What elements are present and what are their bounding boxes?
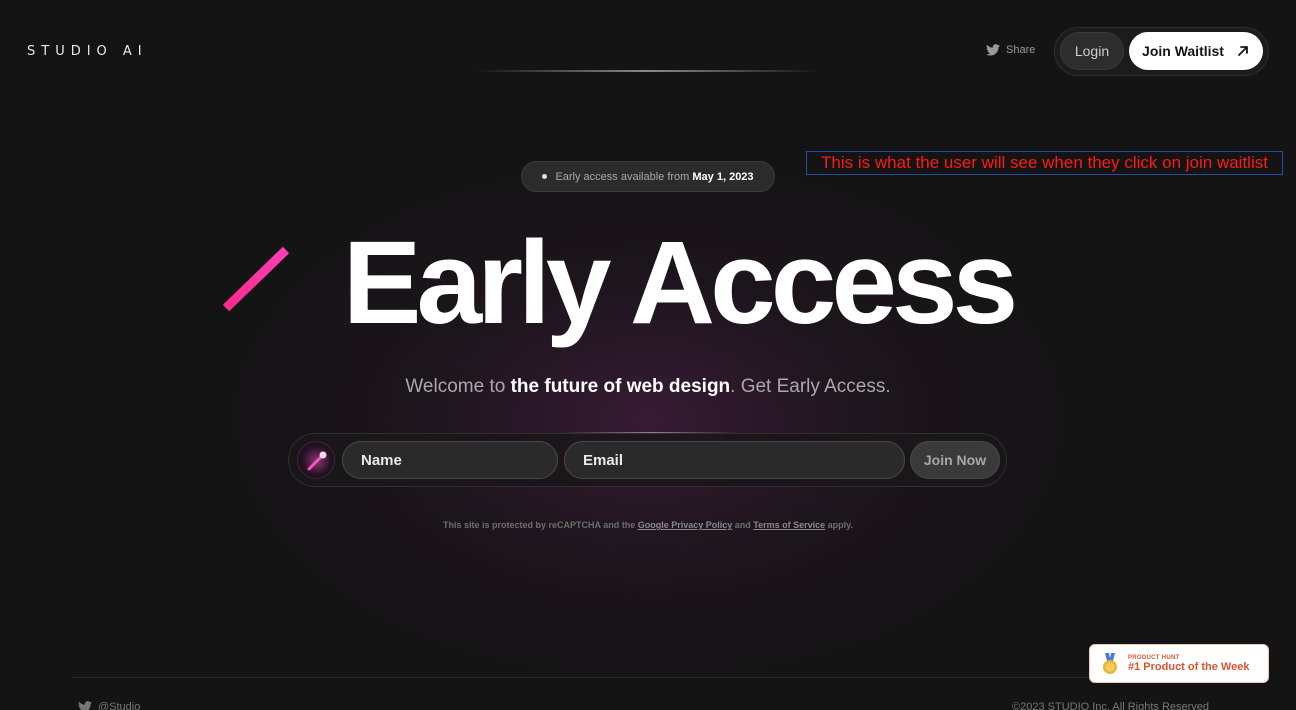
email-input[interactable] (564, 441, 905, 479)
annotation-note: This is what the user will see when they… (806, 151, 1283, 175)
badge-dot-icon (542, 174, 548, 179)
studio-ai-logo[interactable]: STUDIO AI (27, 44, 148, 59)
badge-date: May 1, 2023 (692, 170, 754, 183)
join-now-button[interactable]: Join Now (910, 441, 1000, 479)
share-button[interactable]: Share (986, 44, 1035, 56)
recaptcha-notice: This site is protected by reCAPTCHA and … (443, 520, 853, 530)
hero-subtitle: Welcome to the future of web design. Get… (405, 376, 891, 397)
product-hunt-badge[interactable]: PRODUCT HUNT #1 Product of the Week (1089, 644, 1269, 683)
early-access-date-badge: Early access available from May 1, 2023 (521, 161, 775, 192)
privacy-policy-link[interactable]: Google Privacy Policy (638, 520, 733, 530)
terms-of-service-link[interactable]: Terms of Service (753, 520, 825, 530)
twitter-icon (986, 44, 1000, 56)
share-label: Share (1006, 44, 1036, 56)
hero-title: Early Access (342, 217, 1018, 349)
magic-wand-icon (297, 441, 335, 479)
product-hunt-award: #1 Product of the Week (1128, 660, 1250, 673)
footer-twitter-link[interactable]: @Studio (78, 701, 140, 710)
join-waitlist-button[interactable]: Join Waitlist (1129, 32, 1263, 70)
badge-text: Early access available from May 1, 2023 (555, 170, 754, 183)
name-input[interactable] (342, 441, 558, 479)
join-waitlist-label: Join Waitlist (1142, 43, 1224, 59)
login-button[interactable]: Login (1060, 32, 1124, 70)
footer-divider (72, 677, 1224, 678)
subtitle-highlight: the future of web design (510, 376, 731, 397)
medal-icon (1103, 652, 1117, 674)
footer-handle: @Studio (98, 701, 141, 710)
footer-copyright: ©2023 STUDIO Inc. All Rights Reserved (1012, 701, 1210, 710)
twitter-icon (78, 701, 92, 710)
header-divider-line (475, 70, 820, 72)
arrow-up-right-icon (1238, 46, 1248, 56)
